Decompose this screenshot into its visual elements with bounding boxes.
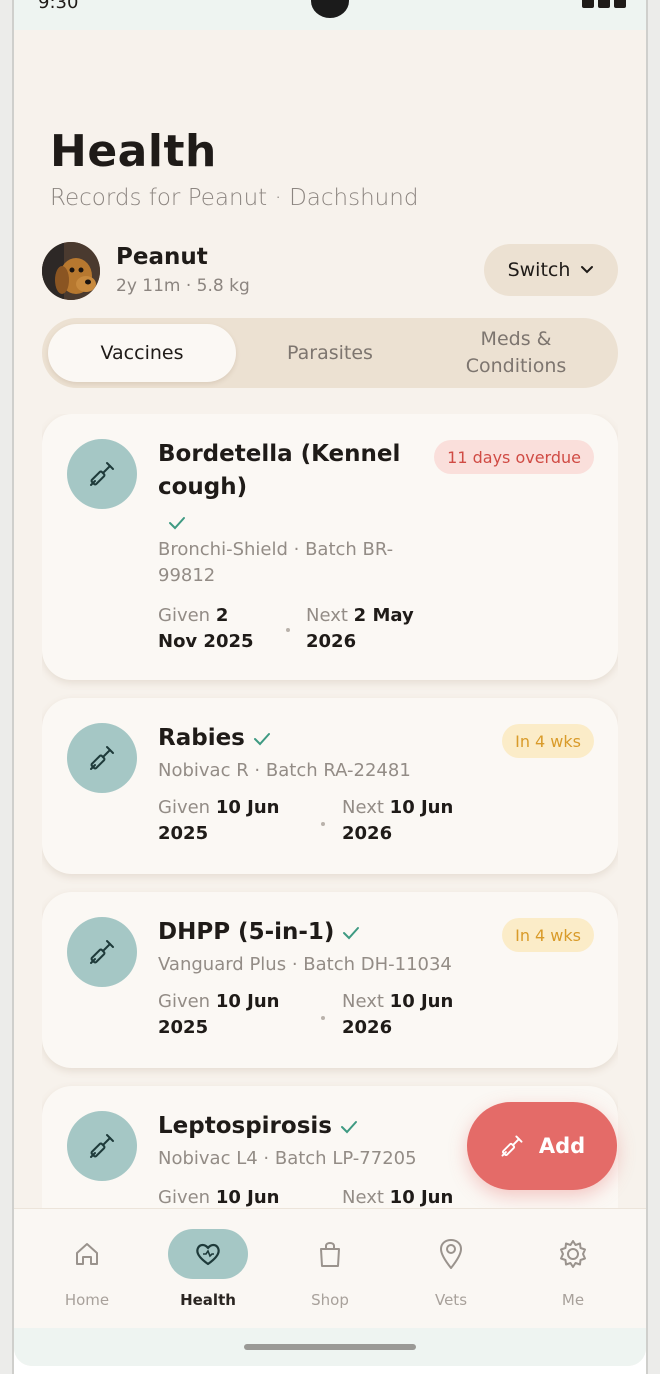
status-time: 9:30	[38, 0, 79, 13]
nav-item-me[interactable]: Me	[523, 1229, 623, 1319]
check-icon	[253, 732, 270, 745]
gear-icon	[533, 1229, 613, 1279]
vaccine-name: DHPP (5-in-1)	[158, 919, 335, 945]
page-subtitle: Records for Peanut · Dachshund	[50, 185, 419, 211]
pet-selector: Peanut 2y 11m · 5.8 kg Switch	[42, 240, 618, 300]
nav-item-vets[interactable]: Vets	[401, 1229, 501, 1319]
syringe-icon	[501, 1135, 523, 1157]
vaccine-name-row: Rabies	[158, 722, 271, 755]
check-icon	[169, 517, 185, 530]
syringe-icon	[67, 917, 137, 987]
pet-name: Peanut	[116, 244, 208, 270]
given-date: Given 2 Nov 2025	[158, 603, 268, 655]
record-tabs: Vaccines Parasites Meds & Conditions	[42, 318, 618, 388]
vaccine-brand-batch: Bronchi-Shield · Batch BR-99812	[158, 539, 394, 587]
nav-item-home[interactable]: Home	[37, 1229, 137, 1319]
tab-meds-conditions[interactable]: Meds & Conditions	[436, 324, 596, 382]
next-date: Next 10 Jun 2026	[342, 795, 472, 847]
vaccine-brand-batch: Vanguard Plus · Batch DH-11034	[158, 954, 452, 975]
vaccine-name: Rabies	[158, 725, 245, 751]
vaccine-brand-batch: Nobivac R · Batch RA-22481	[158, 760, 411, 781]
vaccine-name: Bordetella (Kennel cough)	[158, 441, 401, 500]
signal-icon	[598, 0, 610, 8]
vaccine-name-row: Leptospirosis	[158, 1110, 358, 1143]
given-label: Given	[158, 605, 211, 626]
tab-parasites[interactable]: Parasites	[236, 324, 424, 382]
given-value: 10 Jun	[215, 1187, 280, 1208]
vaccine-card[interactable]: Bordetella (Kennel cough) Bronchi-Shield…	[42, 414, 618, 680]
vaccine-card[interactable]: Rabies Nobivac R · Batch RA-22481 In 4 w…	[42, 698, 618, 874]
given-label: Given	[158, 797, 211, 818]
vaccine-brand-batch: Nobivac L4 · Batch LP-77205	[158, 1148, 417, 1169]
syringe-icon	[67, 1111, 137, 1181]
pet-meta: 2y 11m · 5.8 kg	[116, 276, 250, 296]
nav-item-shop[interactable]: Shop	[280, 1229, 380, 1319]
next-date: Next 10 Jun 2026	[342, 989, 472, 1041]
vaccine-name: Leptospirosis	[158, 1113, 332, 1139]
next-date: Next 10 Jun	[342, 1185, 482, 1208]
nav-label: Me	[561, 1291, 585, 1309]
add-record-button[interactable]: Add	[467, 1102, 617, 1190]
separator-dot	[286, 628, 290, 632]
status-badge: In 4 wks	[502, 918, 594, 952]
given-date: Given 10 Jun	[158, 1185, 298, 1208]
tab-vaccines[interactable]: Vaccines	[48, 324, 236, 382]
status-bar: 9:30	[14, 0, 646, 30]
next-label: Next	[342, 797, 384, 818]
screen: 9:30 Health Records for Peanut · Dachshu…	[14, 0, 646, 1366]
status-badge: In 4 wks	[502, 724, 594, 758]
bottom-nav: Home Health Shop Vets Me	[14, 1208, 646, 1328]
wifi-icon	[582, 0, 594, 8]
given-date: Given 10 Jun 2025	[158, 989, 288, 1041]
pet-avatar	[42, 242, 100, 300]
system-nav-area	[14, 1328, 646, 1366]
given-label: Given	[158, 1187, 211, 1208]
vaccine-name-row: DHPP (5-in-1)	[158, 916, 360, 949]
status-icons	[582, 0, 626, 8]
given-date: Given 10 Jun 2025	[158, 795, 288, 847]
home-icon	[47, 1229, 127, 1279]
next-label: Next	[342, 991, 384, 1012]
next-label: Next	[342, 1187, 384, 1208]
separator-dot	[321, 1016, 325, 1020]
separator-dot	[321, 822, 325, 826]
check-icon	[340, 1120, 357, 1133]
check-icon	[343, 926, 360, 939]
shopping-bag-icon	[290, 1229, 370, 1279]
device-frame-left	[0, 0, 14, 1374]
vaccine-list: Bordetella (Kennel cough) Bronchi-Shield…	[42, 414, 618, 1208]
page-title: Health	[50, 126, 217, 177]
chevron-down-icon	[581, 266, 594, 274]
camera-cutout	[311, 0, 349, 18]
nav-label: Vets	[434, 1291, 468, 1309]
device-frame-right	[646, 0, 660, 1374]
vaccine-card[interactable]: DHPP (5-in-1) Vanguard Plus · Batch DH-1…	[42, 892, 618, 1068]
next-date: Next 2 May 2026	[306, 603, 416, 655]
given-label: Given	[158, 991, 211, 1012]
next-label: Next	[306, 605, 348, 626]
battery-icon	[614, 0, 626, 8]
switch-label: Switch	[507, 259, 571, 281]
syringe-icon	[67, 723, 137, 793]
switch-pet-button[interactable]: Switch	[484, 244, 618, 296]
next-value: 10 Jun	[389, 1187, 454, 1208]
add-label: Add	[538, 1134, 586, 1158]
home-gesture-bar[interactable]	[244, 1344, 416, 1350]
nav-label: Health	[180, 1291, 236, 1309]
device: 9:30 Health Records for Peanut · Dachshu…	[0, 0, 660, 1374]
nav-label: Shop	[311, 1291, 349, 1309]
heart-icon	[168, 1229, 248, 1279]
nav-item-health[interactable]: Health	[158, 1229, 258, 1319]
syringe-icon	[67, 439, 137, 509]
map-pin-icon	[411, 1229, 491, 1279]
nav-label: Home	[64, 1291, 110, 1309]
status-badge: 11 days overdue	[434, 440, 594, 474]
